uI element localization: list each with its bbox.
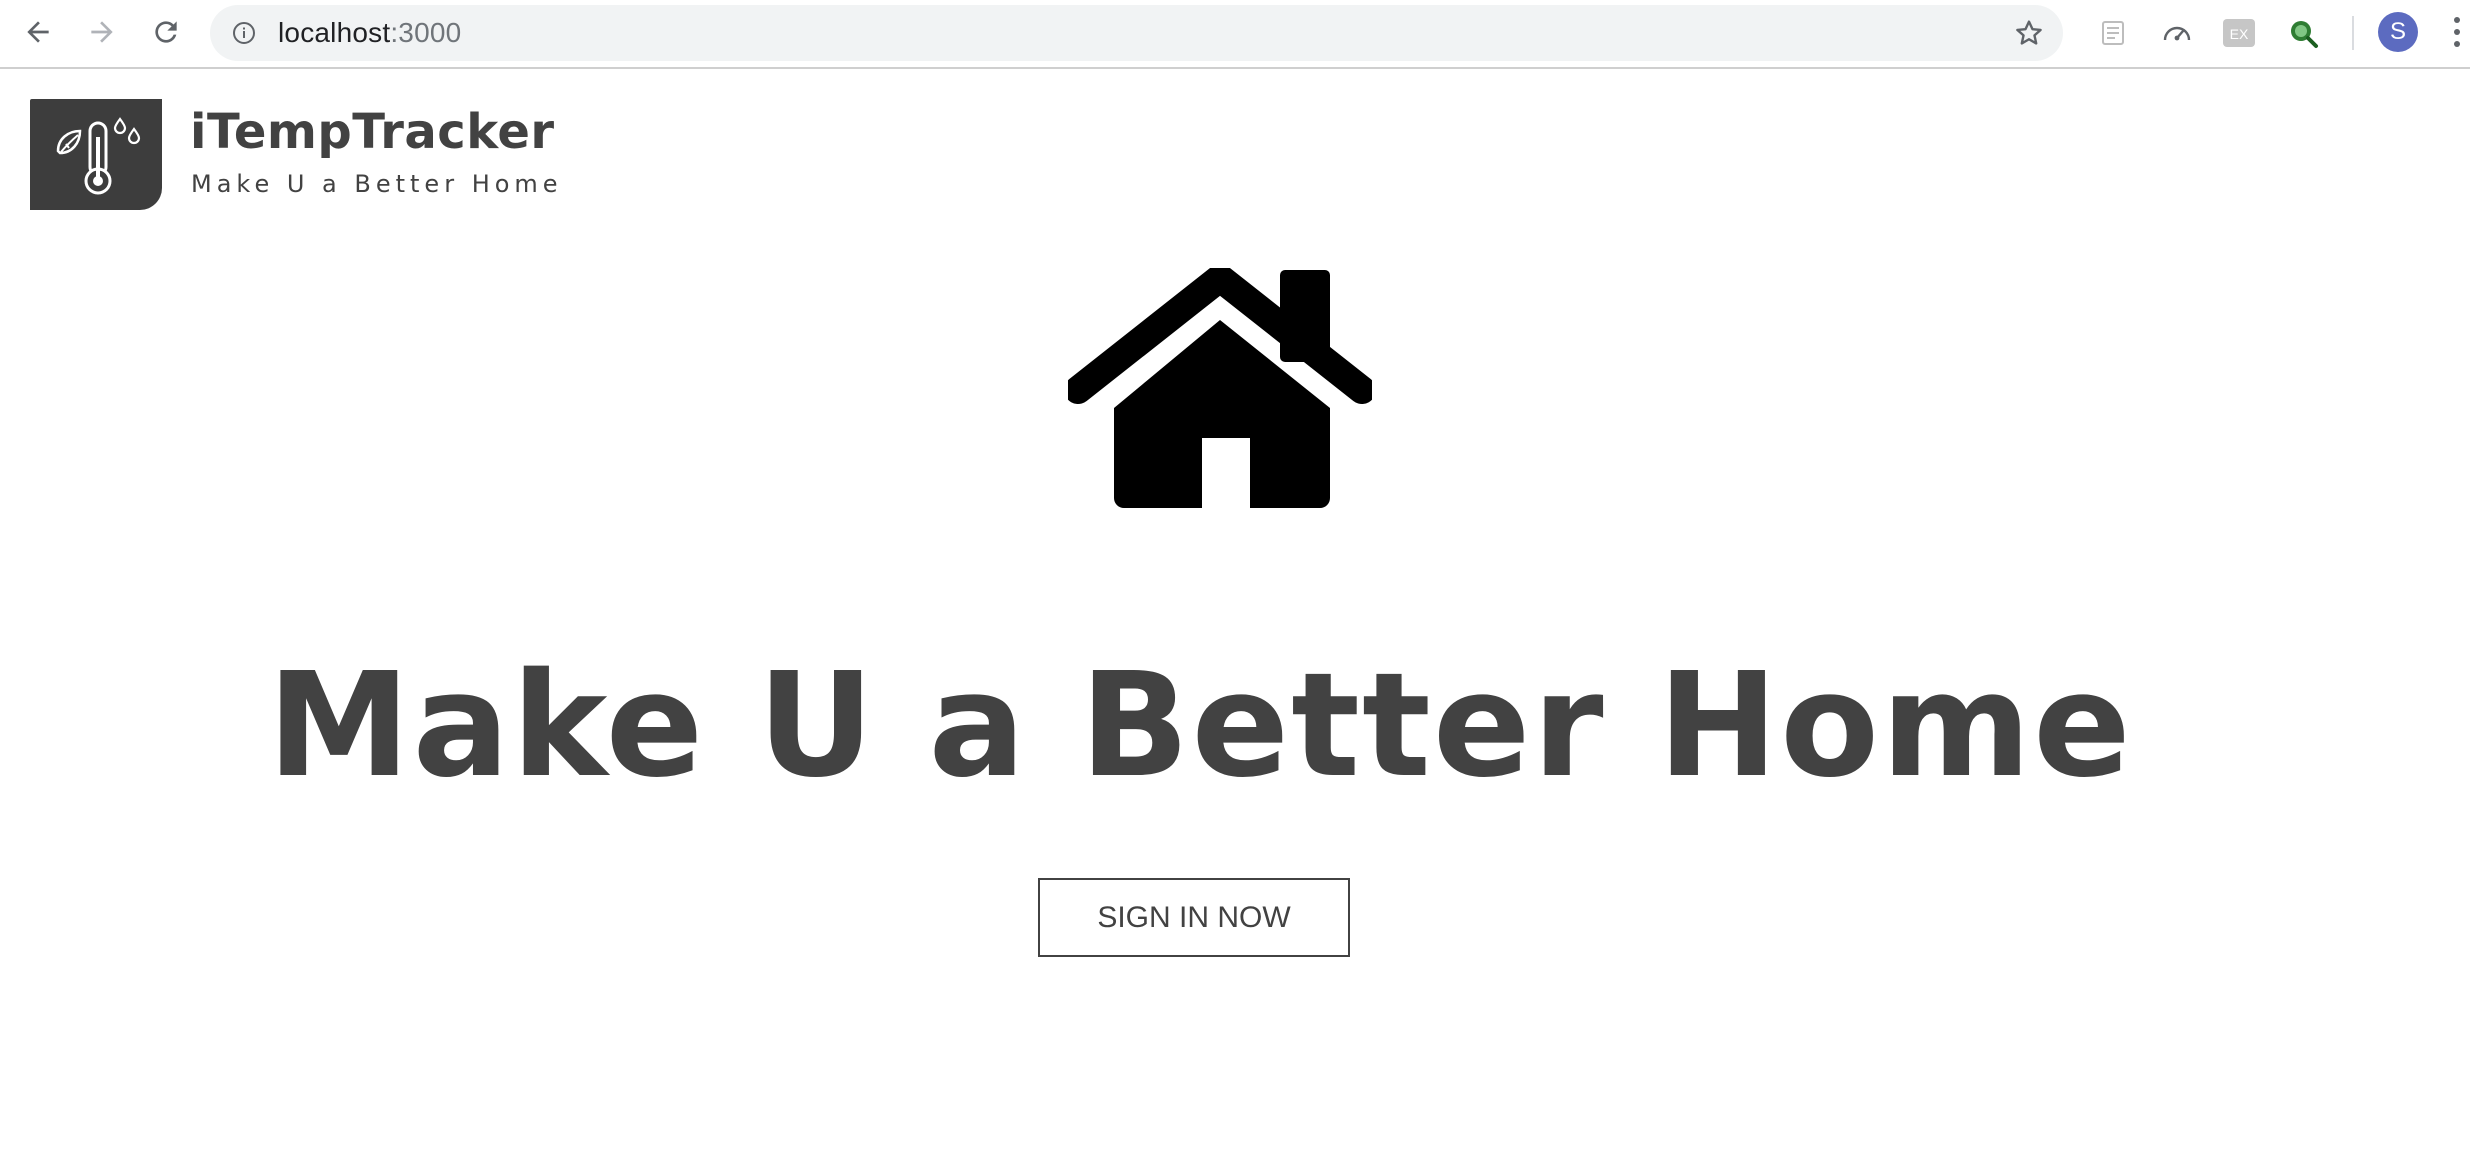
back-button[interactable]	[18, 12, 58, 52]
form-extension-icon[interactable]	[2096, 16, 2130, 50]
ex-extension-icon[interactable]: EX	[2222, 16, 2256, 50]
toolbar-divider	[2352, 16, 2354, 50]
browser-toolbar: localhost:3000 EX S	[0, 0, 2470, 69]
url-host: localhost	[278, 17, 391, 48]
reload-button[interactable]	[146, 12, 186, 52]
address-bar[interactable]: localhost:3000	[210, 5, 2063, 61]
speedometer-extension-icon[interactable]	[2160, 16, 2194, 50]
arrow-left-icon	[27, 21, 49, 43]
bookmark-star-icon[interactable]	[2013, 17, 2045, 49]
url-port: :3000	[390, 17, 462, 48]
app-name[interactable]: iTempTracker	[190, 104, 555, 160]
ex-badge-label: EX	[2230, 26, 2249, 42]
thermometer-leaf-icon	[56, 117, 141, 195]
reload-icon	[155, 21, 177, 43]
profile-avatar[interactable]: S	[2378, 12, 2418, 52]
app-logo[interactable]	[30, 99, 162, 210]
forward-button[interactable]	[82, 12, 122, 52]
more-menu-icon[interactable]	[2450, 14, 2464, 50]
url-text[interactable]: localhost:3000	[278, 5, 461, 61]
house-icon	[1068, 268, 1372, 510]
sign-in-button[interactable]: SIGN IN NOW	[1038, 878, 1350, 957]
magnifier-extension-icon[interactable]	[2286, 16, 2320, 50]
info-icon[interactable]	[232, 21, 256, 45]
arrow-right-icon	[91, 21, 113, 43]
hero-title: Make U a Better Home	[267, 641, 2133, 809]
app-tagline: Make U a Better Home	[191, 170, 563, 198]
